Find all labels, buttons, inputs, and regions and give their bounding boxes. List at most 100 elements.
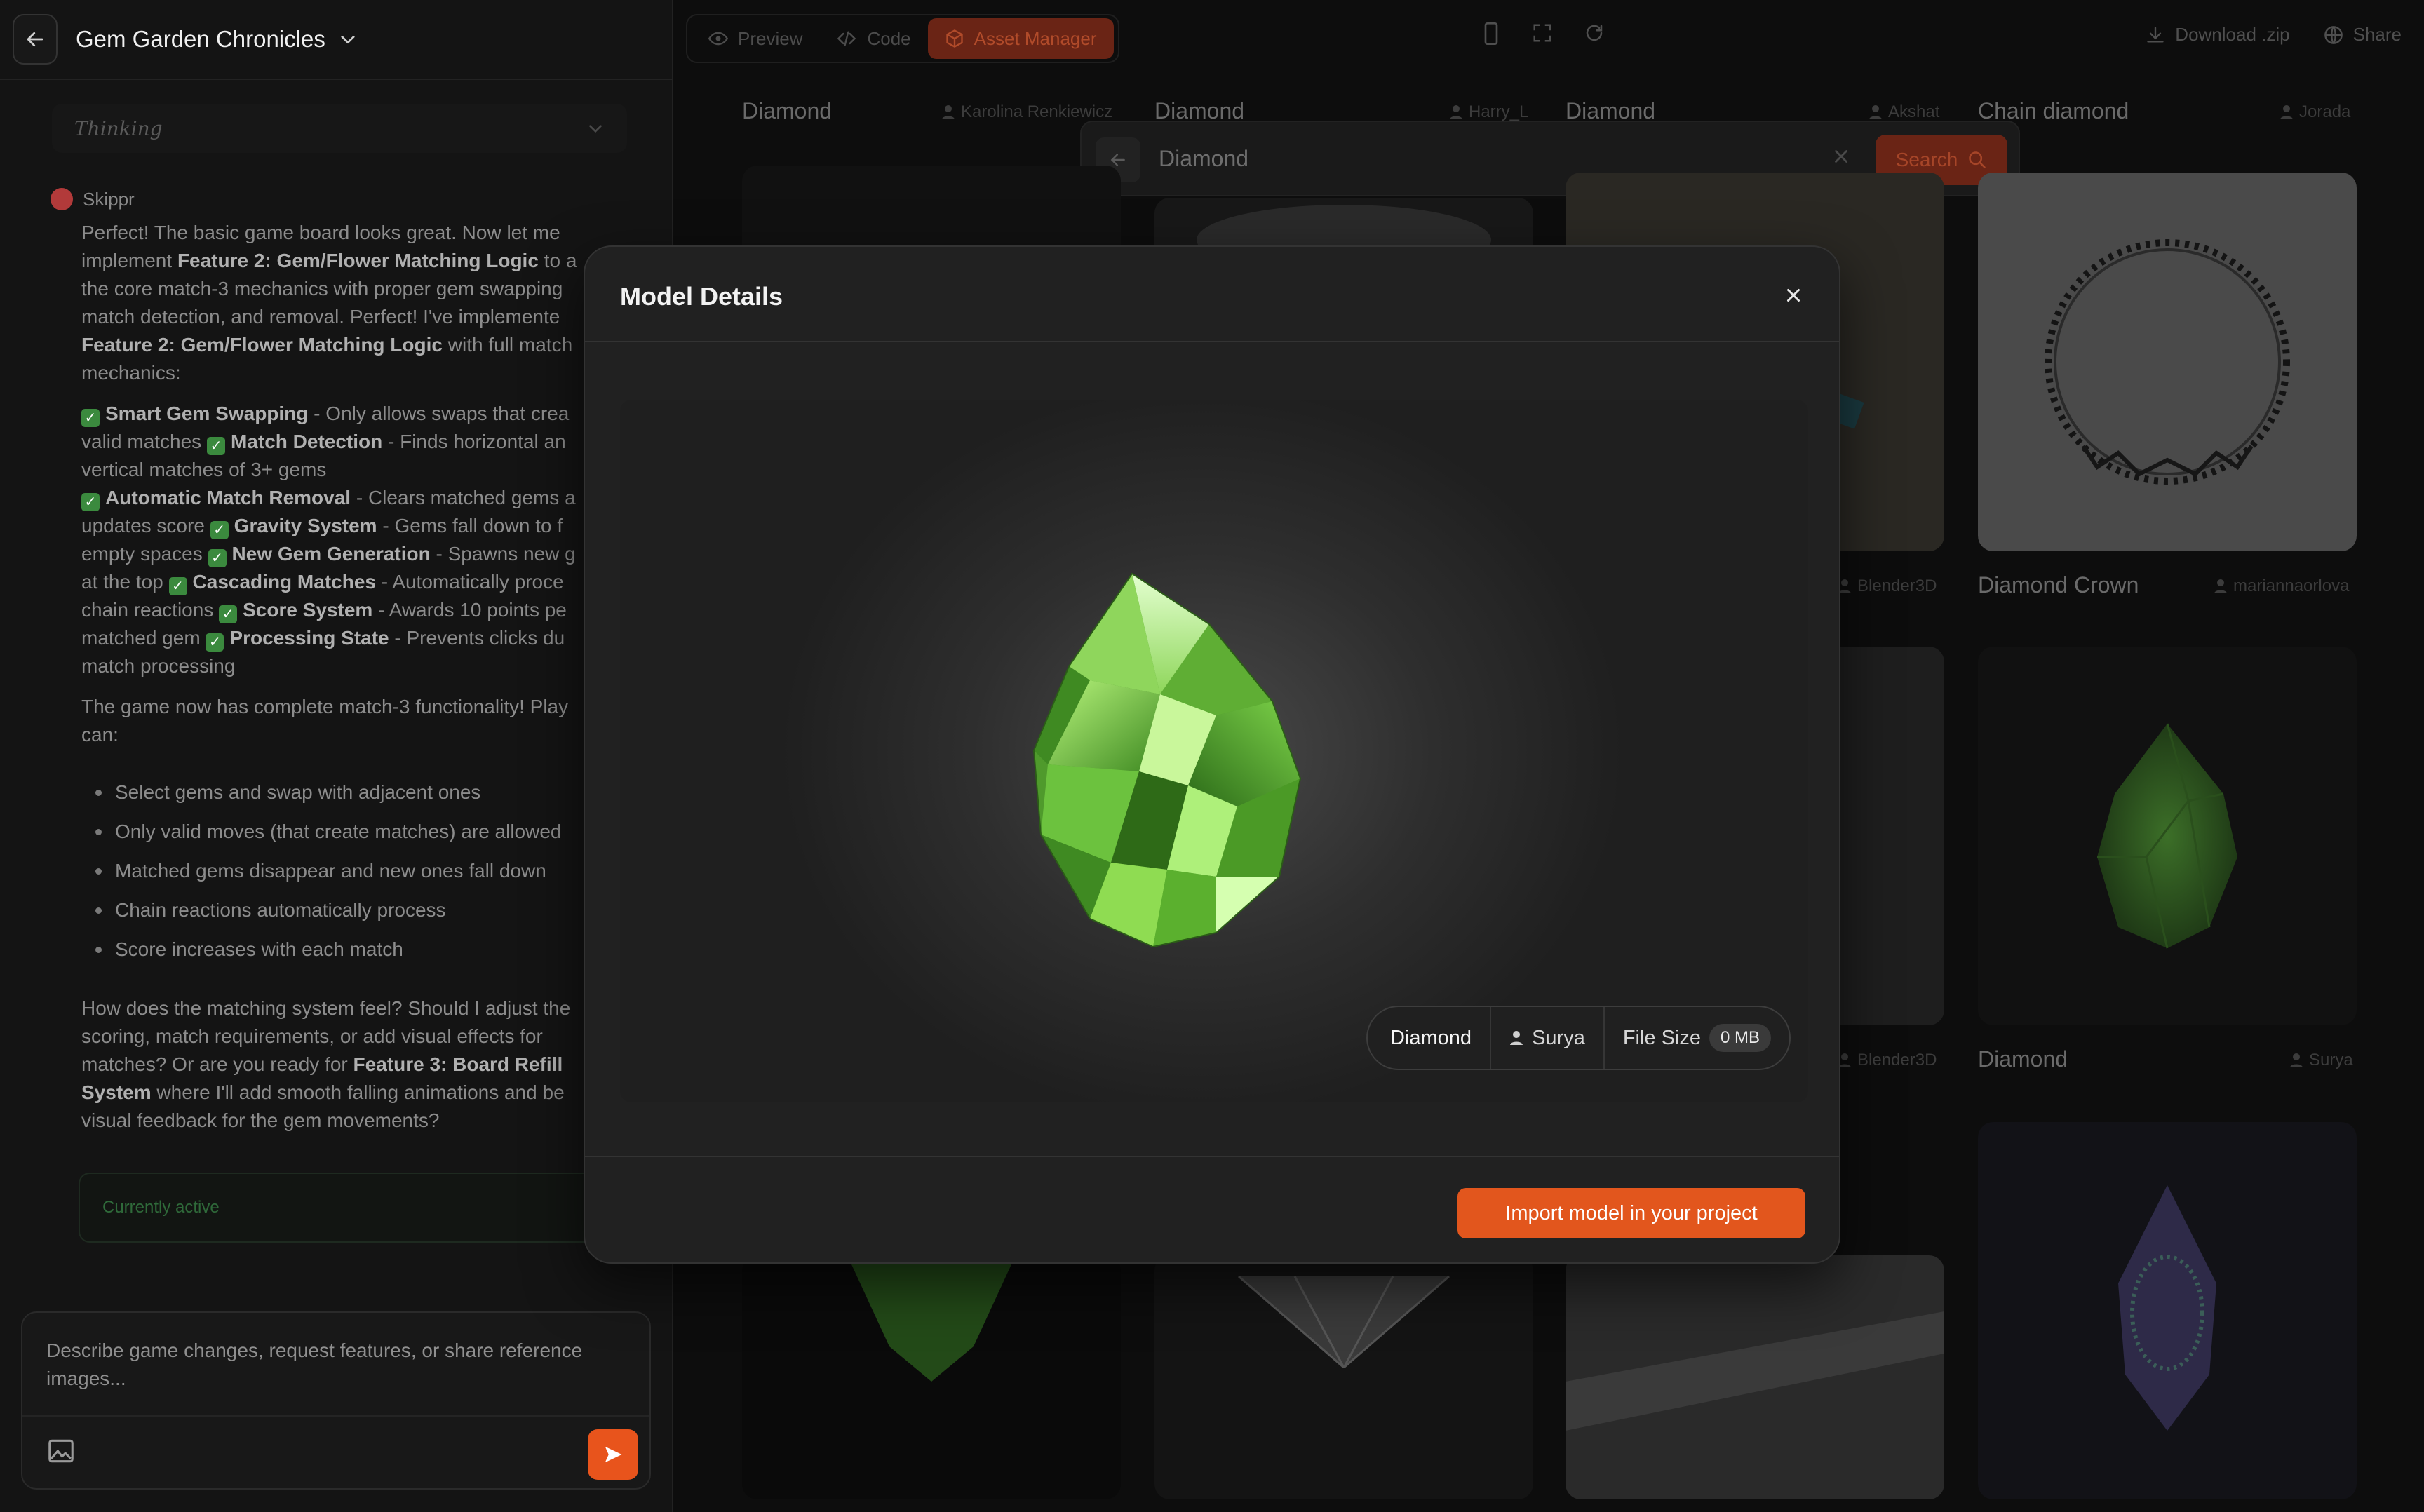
code-icon: [837, 31, 856, 46]
refresh-icon[interactable]: [1584, 22, 1605, 45]
asset-author: Jorada: [2280, 102, 2350, 122]
fullscreen-icon[interactable]: [1532, 22, 1553, 45]
image-icon[interactable]: [48, 1439, 74, 1463]
import-model-button[interactable]: Import model in your project: [1457, 1188, 1805, 1238]
checkmark-icon: ✓: [168, 577, 187, 595]
thinking-label: Thinking: [74, 116, 163, 140]
tab-preview[interactable]: Preview: [692, 18, 819, 59]
send-button[interactable]: [588, 1429, 638, 1480]
list-item: Score increases with each match: [81, 930, 586, 969]
clear-diamond-thumbnail: [1238, 1275, 1450, 1369]
thinking-toggle[interactable]: Thinking: [52, 104, 627, 153]
model-name: Diamond: [1368, 1007, 1492, 1069]
avatar: [50, 188, 73, 210]
divider: [22, 1415, 649, 1417]
arrow-left-icon: [27, 32, 43, 47]
globe-icon: [2324, 25, 2343, 44]
checkmark-icon: ✓: [81, 409, 100, 427]
assistant-message: Perfect! The basic game board looks grea…: [81, 219, 586, 1147]
message-sender: Skippr: [50, 188, 135, 210]
list-item: Only valid moves (that create matches) a…: [81, 812, 586, 851]
chain-diamond-thumbnail: [2045, 239, 2290, 485]
header-actions: Download .zip Share: [2146, 24, 2402, 46]
asset-name: Diamond: [1978, 1046, 2068, 1072]
viewport-controls: [1481, 22, 1605, 45]
checkmark-icon: ✓: [81, 493, 100, 511]
chat-header: Gem Garden Chronicles: [0, 0, 673, 80]
close-icon[interactable]: [1831, 146, 1852, 167]
message-paragraph: How does the matching system feel? Shoul…: [81, 997, 571, 1131]
cube-icon: [945, 29, 963, 48]
model-viewer[interactable]: Diamond Surya File Size 0 MB: [620, 400, 1808, 1102]
user-icon: [1510, 1031, 1523, 1045]
chat-composer: Describe game changes, request features,…: [21, 1311, 651, 1490]
asset-card[interactable]: [1566, 1255, 1944, 1499]
asset-author: Akshat: [1868, 102, 1939, 122]
user-icon: [2214, 579, 2227, 593]
dialog-title: Model Details: [620, 282, 783, 311]
green-gem-thumbnail: [847, 1255, 1016, 1382]
asset-author: Karolina Renkiewicz: [941, 102, 1112, 122]
search-input[interactable]: Diamond: [1159, 146, 1248, 172]
chat-panel: Gem Garden Chronicles Thinking Skippr Pe…: [0, 0, 673, 1512]
file-size-badge: 0 MB: [1709, 1024, 1772, 1052]
model-author: Surya: [1491, 1007, 1605, 1069]
checkmark-icon: ✓: [206, 437, 225, 455]
back-button[interactable]: [13, 14, 58, 65]
checkmark-icon: ✓: [210, 521, 229, 539]
user-icon: [2280, 105, 2293, 119]
eye-icon: [708, 32, 728, 46]
close-icon[interactable]: [1783, 285, 1804, 306]
model-info-pill: Diamond Surya File Size 0 MB: [1366, 1006, 1791, 1070]
message-paragraph: Perfect! The basic game board looks grea…: [81, 222, 577, 384]
list-item: Select gems and swap with adjacent ones: [81, 773, 586, 812]
model-details-dialog: Model Details Diamond Surya File Size 0 …: [584, 245, 1840, 1264]
status-badge: Currently active: [79, 1173, 612, 1243]
checkmark-icon: ✓: [208, 549, 227, 567]
asset-card[interactable]: [742, 1255, 1121, 1499]
asset-card[interactable]: [1978, 1122, 2357, 1499]
tab-code[interactable]: Code: [819, 18, 927, 59]
file-size: File Size 0 MB: [1605, 1007, 1789, 1069]
view-tabs: Preview Code Asset Manager: [686, 14, 1119, 63]
asset-name: Diamond Crown: [1978, 572, 2139, 598]
sender-name: Skippr: [83, 188, 135, 210]
user-icon: [2290, 1053, 2303, 1067]
prompt-input[interactable]: Describe game changes, request features,…: [46, 1337, 621, 1393]
asset-name: Diamond: [742, 98, 833, 123]
list-item: Chain reactions automatically process: [81, 891, 586, 930]
asset-author: Surya: [2289, 1051, 2353, 1070]
search-icon: [1969, 151, 1986, 168]
asset-card[interactable]: [1978, 173, 2357, 551]
chevron-down-icon: [589, 125, 602, 133]
send-icon: [605, 1446, 622, 1463]
asset-author: Blender3D: [1838, 1051, 1937, 1070]
user-icon: [1869, 105, 1882, 119]
asset-author: mariannaorlova: [2214, 576, 2349, 596]
dialog-header: Model Details: [585, 247, 1839, 342]
feature-list: ✓ Smart Gem Swapping - Only allows swaps …: [81, 403, 576, 677]
checkmark-icon: ✓: [206, 633, 224, 652]
green-gem-model: [1006, 540, 1399, 989]
asset-author: Blender3D: [1838, 576, 1937, 596]
mobile-icon[interactable]: [1481, 22, 1501, 45]
list-item: Matched gems disappear and new ones fall…: [81, 851, 586, 891]
dialog-divider: [585, 1156, 1839, 1157]
download-button[interactable]: Download .zip: [2146, 24, 2290, 46]
green-gem-thumbnail: [2097, 723, 2237, 949]
share-button[interactable]: Share: [2324, 24, 2402, 46]
asset-card[interactable]: [1154, 1255, 1533, 1499]
checkmark-icon: ✓: [219, 605, 238, 623]
diamond-thumbnail: [1566, 1311, 1944, 1431]
purple-gem-thumbnail: [2118, 1185, 2216, 1431]
asset-card[interactable]: [1978, 647, 2357, 1025]
project-title[interactable]: Gem Garden Chronicles: [76, 26, 325, 53]
user-icon: [1450, 105, 1462, 119]
user-icon: [942, 105, 955, 119]
capability-list: Select gems and swap with adjacent ones …: [81, 773, 586, 969]
message-paragraph: The game now has complete match-3 functi…: [81, 696, 569, 745]
download-icon: [2147, 26, 2164, 42]
tab-asset-manager[interactable]: Asset Manager: [927, 18, 1114, 59]
chevron-down-icon[interactable]: [338, 29, 358, 49]
asset-author: Harry_L: [1449, 102, 1528, 122]
